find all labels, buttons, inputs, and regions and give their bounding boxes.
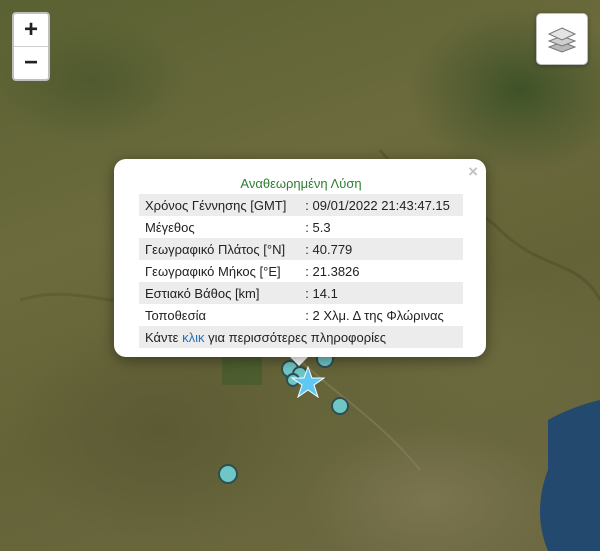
info-label: Γεωγραφικό Πλάτος [°N] — [139, 238, 300, 260]
popup-title: Αναθεωρημένη Λύση — [240, 175, 362, 191]
info-row: Μέγεθος : 5.3 — [139, 216, 463, 238]
info-value: : 09/01/2022 21:43:47.15 — [299, 194, 463, 216]
zoom-out-button[interactable]: − — [14, 46, 48, 79]
zoom-in-button[interactable]: + — [14, 14, 48, 46]
more-info-link[interactable]: κλικ — [182, 330, 204, 345]
info-label: Εστιακό Βάθος [km] — [139, 282, 300, 304]
info-label: Χρόνος Γέννησης [GMT] — [139, 194, 300, 216]
info-value: : 40.779 — [299, 238, 463, 260]
satellite-map[interactable]: + − × Αναθεωρημένη Λύση Χρόνος Γέννησης … — [0, 0, 600, 551]
mainshock-star-marker[interactable] — [291, 366, 325, 398]
more-info-text: Κάντε κλικ για περισσότερες πληροφορίες — [139, 326, 463, 348]
info-value: : 5.3 — [305, 219, 331, 235]
earthquake-marker[interactable] — [331, 397, 349, 415]
more-info-prefix: Κάντε — [145, 329, 183, 345]
info-row: Γεωγραφικό Πλάτος [°N] : 40.779 — [139, 238, 463, 260]
info-value: : 2 Χλμ. Δ της Φλώρινας — [305, 307, 444, 323]
lake — [540, 400, 600, 551]
info-value: : 14.1 — [299, 282, 463, 304]
more-info-suffix: για περισσότερες πληροφορίες — [204, 329, 387, 345]
info-row: Γεωγραφικό Μήκος [°E] : 21.3826 — [139, 260, 463, 282]
layers-button[interactable] — [536, 13, 588, 65]
earthquake-marker[interactable] — [218, 464, 238, 484]
info-row: Κάντε κλικ για περισσότερες πληροφορίες — [139, 326, 463, 348]
info-row: Τοποθεσία : 2 Χλμ. Δ της Φλώρινας — [139, 304, 463, 326]
info-label: Γεωγραφικό Μήκος [°E] — [145, 263, 281, 279]
info-label: Τοποθεσία — [145, 307, 207, 323]
info-label: Μέγεθος — [145, 219, 195, 235]
zoom-control: + − — [12, 12, 50, 81]
earthquake-info-table: Αναθεωρημένη Λύση Χρόνος Γέννησης [GMT] … — [139, 172, 463, 348]
info-value: : 21.3826 — [305, 263, 360, 279]
info-row: Χρόνος Γέννησης [GMT] : 09/01/2022 21:43… — [139, 194, 463, 216]
layers-icon — [547, 27, 577, 53]
info-row: Εστιακό Βάθος [km] : 14.1 — [139, 282, 463, 304]
close-icon[interactable]: × — [468, 162, 478, 182]
